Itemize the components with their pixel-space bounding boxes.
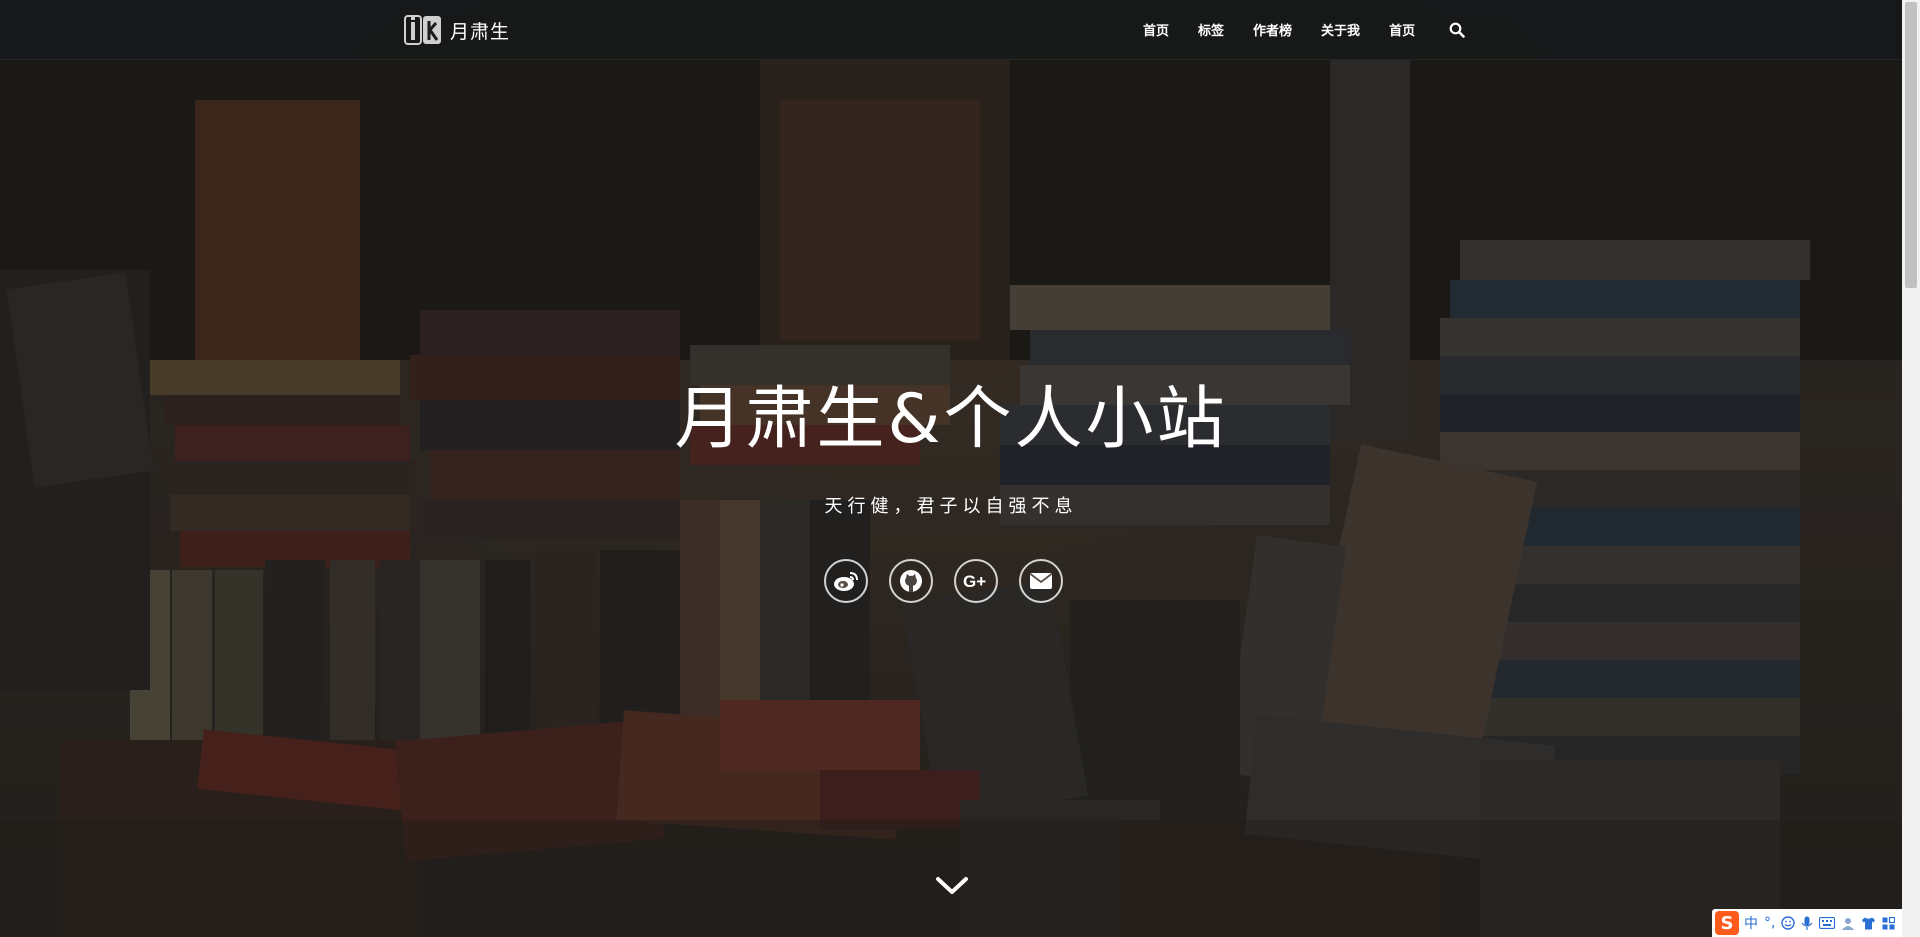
brand-logo-icon bbox=[404, 15, 441, 45]
hero-background bbox=[0, 0, 1902, 937]
keyboard-icon[interactable] bbox=[1819, 917, 1836, 929]
user-avatar-icon[interactable] bbox=[1841, 916, 1855, 930]
brand-link[interactable]: 月肃生 bbox=[404, 14, 510, 46]
github-button[interactable] bbox=[889, 559, 933, 603]
nav-link-about[interactable]: 关于我 bbox=[1321, 20, 1360, 39]
hero-overlay bbox=[0, 0, 1902, 937]
nav-link-authors[interactable]: 作者榜 bbox=[1253, 20, 1292, 39]
weibo-icon bbox=[834, 572, 858, 591]
google-plus-button[interactable]: G+ bbox=[954, 559, 998, 603]
toolbox-grid-icon[interactable] bbox=[1882, 916, 1896, 930]
google-plus-icon: G+ bbox=[963, 572, 986, 591]
ime-mode-toggle[interactable]: 中 bbox=[1744, 913, 1758, 933]
nav-link-tags[interactable]: 标签 bbox=[1198, 20, 1224, 39]
ime-toolbar: S 中 °, bbox=[1712, 909, 1902, 937]
social-links: G+ bbox=[824, 559, 1084, 603]
site-title: 月肃生&个人小站 bbox=[674, 380, 1228, 459]
svg-text:G+: G+ bbox=[963, 572, 986, 591]
nav-menu: 首页 标签 作者榜 关于我 首页 bbox=[1143, 0, 1444, 59]
ime-punctuation-toggle[interactable]: °, bbox=[1764, 915, 1775, 931]
sogou-logo-icon[interactable]: S bbox=[1715, 911, 1739, 935]
microphone-icon[interactable] bbox=[1801, 916, 1813, 931]
email-icon bbox=[1029, 573, 1053, 589]
scroll-down-chevron-icon[interactable] bbox=[935, 874, 969, 898]
emoji-icon[interactable] bbox=[1781, 916, 1796, 930]
scrollbar-thumb[interactable] bbox=[1905, 2, 1917, 288]
skin-shirt-icon[interactable] bbox=[1861, 917, 1876, 930]
vertical-scrollbar[interactable] bbox=[1902, 0, 1920, 937]
nav-link-home[interactable]: 首页 bbox=[1143, 20, 1169, 39]
nav-link-home-2[interactable]: 首页 bbox=[1389, 20, 1415, 39]
weibo-button[interactable] bbox=[824, 559, 868, 603]
top-navbar: 月肃生 首页 标签 作者榜 关于我 首页 bbox=[0, 0, 1902, 60]
search-icon[interactable] bbox=[1449, 22, 1465, 38]
site-subtitle: 天行健，君子以自强不息 bbox=[824, 496, 1078, 517]
brand-name: 月肃生 bbox=[450, 20, 511, 43]
email-button[interactable] bbox=[1019, 559, 1063, 603]
page: 月肃生 首页 标签 作者榜 关于我 首页 月肃生&个人小站 天行健，君子以自强不… bbox=[0, 0, 1920, 937]
github-icon bbox=[900, 570, 922, 592]
